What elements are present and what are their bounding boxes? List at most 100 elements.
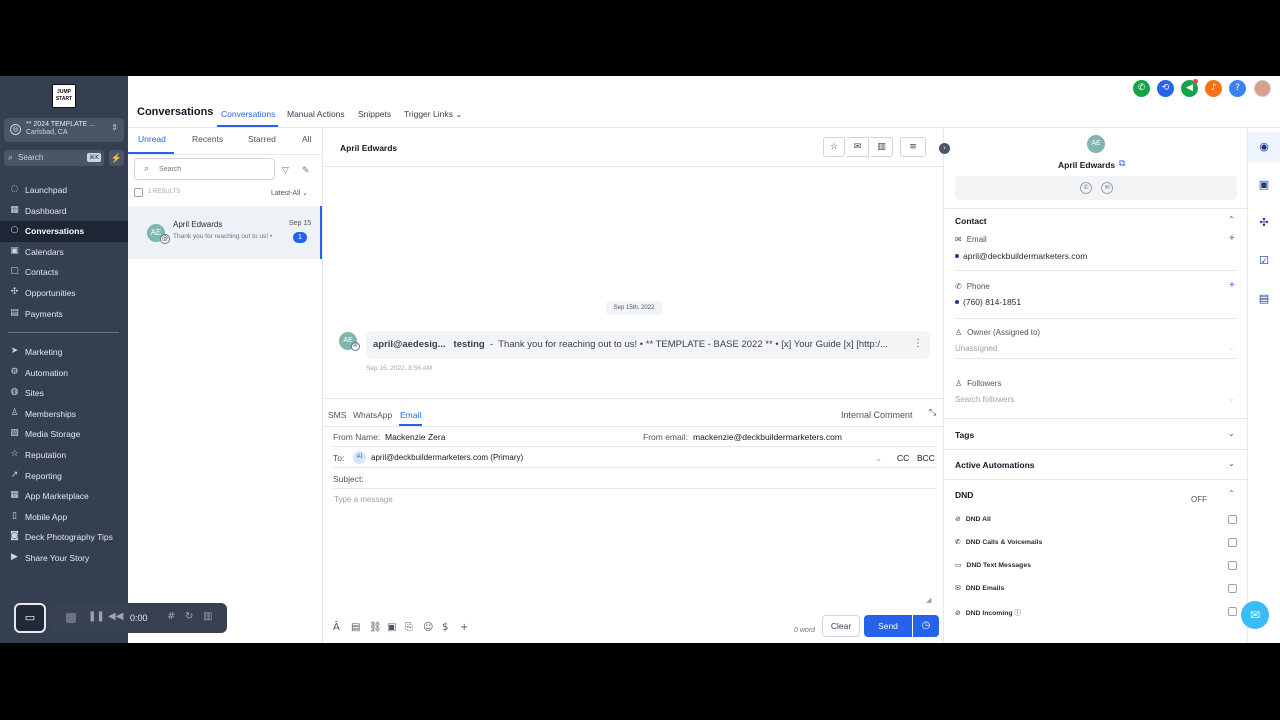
link-icon[interactable]: ⛓ <box>369 622 382 633</box>
external-link-icon[interactable]: ⧉ <box>1119 159 1125 169</box>
sidebar-item-deck-photography-tips[interactable]: ◙ Deck Photography Tips <box>0 527 128 548</box>
bell-icon[interactable]: ♪ <box>1205 80 1222 97</box>
list-tab-recents[interactable]: Recents <box>192 134 223 144</box>
select-all-checkbox[interactable] <box>134 188 143 197</box>
compose-tab-whatsapp[interactable]: WhatsApp <box>353 410 392 420</box>
notes-icon[interactable]: ▤ <box>1257 292 1271 305</box>
send-button[interactable]: Send <box>864 615 912 637</box>
restart-icon[interactable]: ↻ <box>185 611 193 622</box>
sidebar-item-memberships[interactable]: ♙ Memberships <box>0 404 128 425</box>
from-name-field[interactable]: Mackenzie Zera <box>385 432 445 442</box>
expand-icon[interactable]: ⤡ <box>929 408 936 418</box>
dnd-all-checkbox[interactable] <box>1228 515 1237 524</box>
dnd-incoming-checkbox[interactable] <box>1228 607 1237 616</box>
compose-icon[interactable]: ✎ <box>302 166 310 176</box>
phone-icon[interactable]: ✆ <box>1080 182 1092 194</box>
calendar-icon[interactable]: ▣ <box>1257 178 1271 191</box>
contact-section-title[interactable]: Contact <box>955 216 987 226</box>
cc-button[interactable]: CC <box>897 453 909 463</box>
star-icon[interactable]: ☆ <box>823 137 845 157</box>
dnd-calls-checkbox[interactable] <box>1228 538 1237 547</box>
compose-tab-sms[interactable]: SMS <box>328 410 346 420</box>
tags-section[interactable]: Tags <box>955 430 974 440</box>
camera-toggle-icon[interactable]: ▭ <box>14 603 46 633</box>
tab-snippets[interactable]: Snippets <box>358 109 391 119</box>
sidebar-search[interactable]: ⌕ Search ⌘K <box>4 150 104 166</box>
sidebar-item-reputation[interactable]: ☆ Reputation <box>0 445 128 466</box>
email-value[interactable]: april@deckbuildermarketers.com <box>963 251 1087 261</box>
list-tab-starred[interactable]: Starred <box>248 134 276 144</box>
dnd-section[interactable]: DND <box>955 490 973 500</box>
pause-icon[interactable]: ❚❚ <box>88 611 105 622</box>
add-email-icon[interactable]: + <box>1229 233 1235 244</box>
chevron-down-icon[interactable]: ⌄ <box>1228 394 1235 403</box>
message-input[interactable]: Type a message <box>334 495 393 504</box>
clear-button[interactable]: Clear <box>822 615 860 637</box>
sidebar-item-automation[interactable]: ⚙ Automation <box>0 363 128 384</box>
filter-lines-icon[interactable]: ≡ <box>900 137 926 157</box>
bcc-button[interactable]: BCC <box>917 453 935 463</box>
sidebar-item-contacts[interactable]: ▢ Contacts <box>0 262 128 283</box>
dnd-emails-checkbox[interactable] <box>1228 584 1237 593</box>
filter-icon[interactable]: ▽ <box>282 166 289 176</box>
internal-comment-toggle[interactable]: Internal Comment <box>841 410 913 420</box>
grid-icon[interactable]: # <box>167 611 175 622</box>
sidebar-item-launchpad[interactable]: ◌ Launchpad <box>0 180 128 201</box>
active-automations-section[interactable]: Active Automations <box>955 460 1035 470</box>
add-phone-icon[interactable]: + <box>1229 280 1235 291</box>
attachment-icon[interactable]: ⎘ <box>405 622 413 633</box>
sidebar-item-reporting[interactable]: ↗ Reporting <box>0 466 128 487</box>
followers-search[interactable]: Search followers <box>955 395 1014 404</box>
chevron-down-icon[interactable]: ⌄ <box>1228 343 1235 352</box>
schedule-clock-icon[interactable]: ◷ <box>913 615 939 637</box>
stop-icon[interactable] <box>66 613 76 623</box>
tab-manual-actions[interactable]: Manual Actions <box>287 109 345 119</box>
list-tab-all[interactable]: All <box>302 134 311 144</box>
sidebar-item-app-marketplace[interactable]: ▦ App Marketplace <box>0 486 128 507</box>
sort-dropdown[interactable]: Latest-All ⌄ <box>271 189 308 197</box>
chevron-up-icon[interactable]: ⌃ <box>1228 489 1235 498</box>
emoji-icon[interactable]: ☺ <box>423 622 433 633</box>
sidebar-item-media-storage[interactable]: ▧ Media Storage <box>0 424 128 445</box>
phone-value[interactable]: (760) 814-1851 <box>963 297 1021 307</box>
sidebar-item-mobile-app[interactable]: ▯ Mobile App <box>0 507 128 528</box>
sidebar-item-payments[interactable]: ▤ Payments <box>0 304 128 325</box>
sidebar-item-sites[interactable]: ◍ Sites <box>0 383 128 404</box>
support-chat-icon[interactable]: ✉ <box>1241 601 1269 629</box>
info-icon[interactable]: ⓘ <box>1014 609 1021 617</box>
chevron-down-icon[interactable]: ⌄ <box>1228 429 1235 438</box>
tab-conversations[interactable]: Conversations <box>221 109 275 119</box>
trash-icon[interactable]: ▥ <box>871 137 893 157</box>
contact-profile-icon[interactable]: ◉ <box>1257 140 1271 153</box>
chevron-down-icon[interactable]: ⌄ <box>1228 459 1235 468</box>
payment-link-icon[interactable]: $ <box>442 622 448 633</box>
list-tab-unread[interactable]: Unread <box>138 134 166 144</box>
mark-read-icon[interactable]: ✉ <box>847 137 869 157</box>
chevron-down-icon[interactable]: ⌄ <box>875 453 882 464</box>
text-format-icon[interactable]: Ā <box>333 622 340 633</box>
opportunities-icon[interactable]: ✣ <box>1257 216 1271 229</box>
collapse-panel-icon[interactable]: › <box>939 143 950 154</box>
plus-icon[interactable]: + <box>460 622 468 633</box>
help-icon[interactable]: ? <box>1229 80 1246 97</box>
from-email-field[interactable]: mackenzie@deckbuildermarketers.com <box>693 432 842 442</box>
trash-icon[interactable]: ▥ <box>203 611 212 622</box>
jumpstart-logo[interactable]: JUMP START <box>52 84 76 108</box>
mail-icon[interactable]: ✉ <box>1101 182 1113 194</box>
chevron-up-icon[interactable]: ⌃ <box>1228 215 1235 224</box>
rewind-icon[interactable]: ◀◀ <box>108 611 123 622</box>
resize-handle-icon[interactable]: ◢ <box>926 596 931 604</box>
image-icon[interactable]: ▣ <box>387 622 396 633</box>
subject-row[interactable]: Subject: <box>333 469 937 489</box>
phone-icon[interactable]: ✆ <box>1133 80 1150 97</box>
sidebar-item-share-your-story[interactable]: ▶ Share Your Story <box>0 548 128 569</box>
sidebar-item-opportunities[interactable]: ✣ Opportunities <box>0 283 128 304</box>
quick-action-bolt-icon[interactable]: ⚡ <box>109 150 124 166</box>
sync-icon[interactable]: ⟲ <box>1157 80 1174 97</box>
owner-select[interactable]: Unassigned <box>955 344 997 353</box>
sidebar-item-calendars[interactable]: ▣ Calendars <box>0 242 128 263</box>
sidebar-item-dashboard[interactable]: ▦ Dashboard <box>0 201 128 222</box>
location-switcher[interactable]: ◎ ** 2024 TEMPLATE ... Carlsbad, CA ⇕ <box>4 118 124 142</box>
user-avatar[interactable] <box>1254 80 1271 97</box>
to-field[interactable]: april@deckbuildermarketers.com (Primary) <box>371 453 523 462</box>
